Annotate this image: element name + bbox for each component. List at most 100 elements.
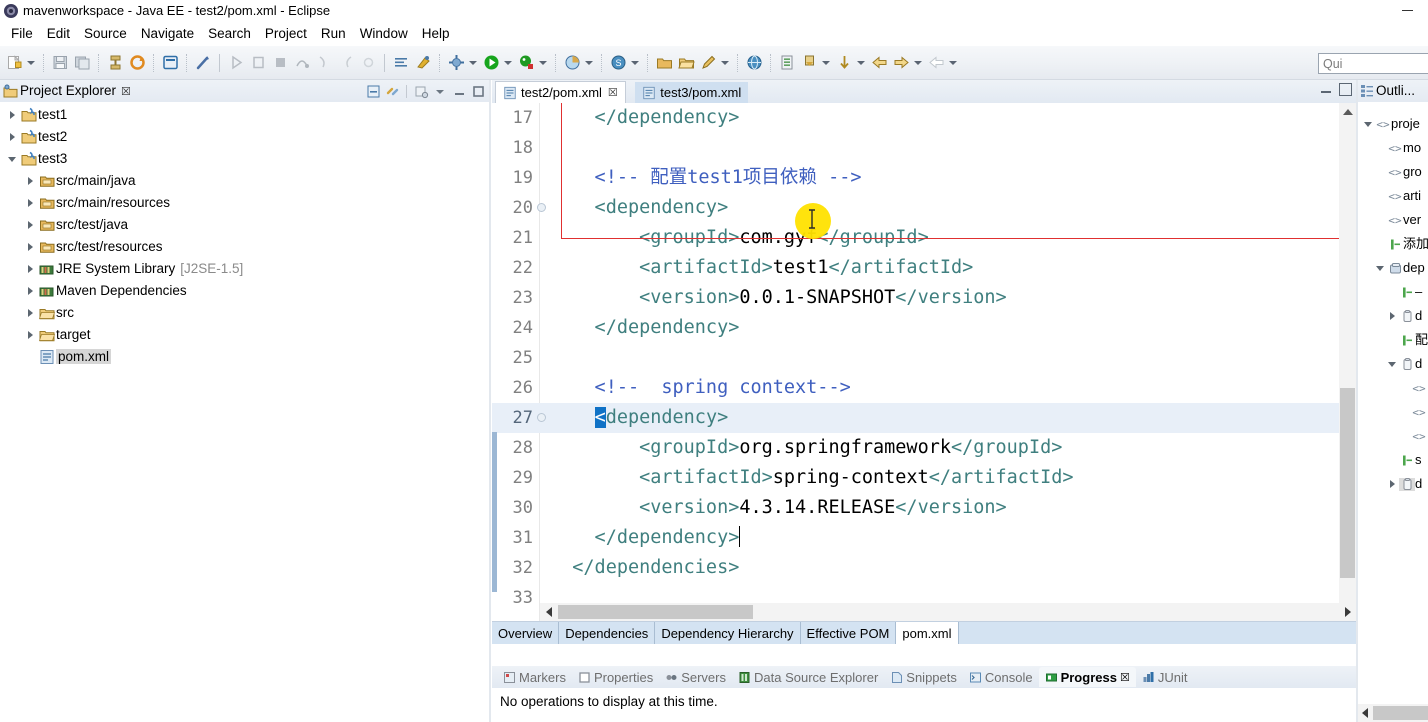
code-editor[interactable]: 17 </dependency> 18 19 <!-- 配置test1项目依赖 --…	[492, 103, 1356, 630]
view-menu-chevron-icon[interactable]	[432, 83, 448, 99]
download-icon[interactable]	[799, 53, 819, 73]
tree-item-target[interactable]: target	[0, 324, 490, 346]
forward-nav-icon[interactable]	[869, 53, 889, 73]
open-editor-icon[interactable]	[160, 53, 180, 73]
pom-tab-overview[interactable]: Overview	[492, 622, 560, 644]
tree-item-src-test-resources[interactable]: src/test/resources	[0, 236, 490, 258]
pom-tab-effective-pom[interactable]: Effective POM	[801, 622, 897, 644]
outline-item[interactable]: <> mo	[1358, 136, 1428, 160]
tree-item-src[interactable]: src	[0, 302, 490, 324]
drop-to-frame-icon-disabled[interactable]	[358, 53, 378, 73]
globe-icon[interactable]	[744, 53, 764, 73]
outline-item[interactable]: –	[1358, 280, 1428, 304]
editor-tab-test3-pom-xml[interactable]: test3/pom.xml	[635, 82, 749, 103]
outline-item[interactable]: <> proje	[1358, 112, 1428, 136]
code-line[interactable]: 29 <artifactId>spring-context</artifactI…	[492, 463, 1356, 493]
transfer-dropdown-arrow[interactable]	[855, 53, 866, 73]
code-line[interactable]: 22 <artifactId>test1</artifactId>	[492, 253, 1356, 283]
bottom-tab-properties[interactable]: Properties	[572, 667, 659, 687]
horizontal-scroll-thumb[interactable]	[558, 605, 753, 619]
editor-maximize-icon[interactable]	[1339, 83, 1352, 96]
code-line[interactable]: 18	[492, 133, 1356, 163]
outline-item[interactable]: dep	[1358, 256, 1428, 280]
editor-vertical-scrollbar[interactable]	[1339, 103, 1356, 630]
outline-item[interactable]: d	[1358, 472, 1428, 496]
code-line[interactable]: 26 <!-- spring context-->	[492, 373, 1356, 403]
tree-item-pom-xml[interactable]: pom.xml	[0, 346, 490, 368]
stop-icon-disabled[interactable]	[270, 53, 290, 73]
chevron-down-icon[interactable]	[1385, 361, 1399, 367]
view-menu-icon[interactable]	[413, 83, 429, 99]
chevron-right-icon[interactable]	[22, 217, 38, 233]
tree-item-test1[interactable]: test1	[0, 104, 490, 126]
bottom-tab-junit[interactable]: JUnit	[1136, 667, 1194, 687]
save-icon[interactable]	[50, 53, 70, 73]
outline-item[interactable]: <> ver	[1358, 208, 1428, 232]
outline-item[interactable]: <>	[1358, 400, 1428, 424]
outline-item[interactable]: d	[1358, 352, 1428, 376]
project-explorer-close-icon[interactable]: ☒	[121, 85, 131, 98]
outline-scroll-left-arrow[interactable]	[1362, 708, 1368, 718]
pom-tab-dependency-hierarchy[interactable]: Dependency Hierarchy	[655, 622, 801, 644]
step-return-icon-disabled[interactable]	[336, 53, 356, 73]
chevron-right-icon[interactable]	[1385, 480, 1399, 488]
cheat-sheet-icon[interactable]	[777, 53, 797, 73]
menu-run[interactable]: Run	[314, 23, 353, 44]
minimize-view-icon[interactable]	[451, 83, 467, 99]
transfer-icon[interactable]	[834, 53, 854, 73]
search-marker-icon[interactable]	[413, 53, 433, 73]
chevron-right-icon[interactable]	[22, 173, 38, 189]
scroll-left-arrow[interactable]	[540, 603, 557, 621]
menu-file[interactable]: File	[4, 23, 40, 44]
external-tools-dropdown-arrow[interactable]	[467, 53, 478, 73]
coverage-icon[interactable]	[562, 53, 582, 73]
editor-tab-test2-pom-xml[interactable]: test2/pom.xml ☒	[495, 81, 626, 103]
menu-search[interactable]: Search	[201, 23, 258, 44]
menu-source[interactable]: Source	[77, 23, 134, 44]
tree-item-src-main-resources[interactable]: src/main/resources	[0, 192, 490, 214]
run-green-icon[interactable]	[481, 53, 501, 73]
code-line[interactable]: 28 <groupId>org.springframework</groupId…	[492, 433, 1356, 463]
tree-item-src-main-java[interactable]: src/main/java	[0, 170, 490, 192]
chevron-right-icon[interactable]	[22, 261, 38, 277]
coverage-dropdown-arrow[interactable]	[583, 53, 594, 73]
quick-access-input[interactable]: Qui	[1318, 53, 1428, 74]
server-icon[interactable]: S	[608, 53, 628, 73]
external-tools-icon[interactable]	[446, 53, 466, 73]
fold-toggle-icon[interactable]	[537, 203, 547, 213]
code-line[interactable]: 30 <version>4.3.14.RELEASE</version>	[492, 493, 1356, 523]
debug-icon[interactable]	[516, 53, 536, 73]
server-dropdown-arrow[interactable]	[629, 53, 640, 73]
pom-tab-pom-xml[interactable]: pom.xml	[896, 622, 959, 644]
bottom-tab-console[interactable]: Console	[963, 667, 1039, 687]
code-line[interactable]: 31 </dependency>	[492, 523, 1356, 553]
menu-window[interactable]: Window	[353, 23, 415, 44]
outline-item[interactable]: <>	[1358, 376, 1428, 400]
menu-edit[interactable]: Edit	[40, 23, 77, 44]
chevron-right-icon[interactable]	[22, 195, 38, 211]
forward-outline-dropdown-arrow[interactable]	[947, 53, 958, 73]
edit-pencil-icon[interactable]	[698, 53, 718, 73]
run-dropdown-arrow[interactable]	[502, 53, 513, 73]
bottom-tab-snippets[interactable]: Snippets	[884, 667, 963, 687]
tree-item-jre-system-library[interactable]: JRE System Library [J2SE-1.5]	[0, 258, 490, 280]
tree-item-src-test-java[interactable]: src/test/java	[0, 214, 490, 236]
scroll-up-arrow[interactable]	[1339, 103, 1356, 120]
bottom-tab-close-icon[interactable]: ☒	[1120, 671, 1130, 684]
menu-help[interactable]: Help	[415, 23, 457, 44]
pom-tab-dependencies[interactable]: Dependencies	[559, 622, 656, 644]
chevron-right-icon[interactable]	[22, 239, 38, 255]
tree-item-maven-dependencies[interactable]: Maven Dependencies	[0, 280, 490, 302]
save-all-icon[interactable]	[72, 53, 92, 73]
refresh-icon[interactable]	[127, 53, 147, 73]
explorer-editor-divider[interactable]	[489, 80, 491, 722]
bottom-tab-data-source-explorer[interactable]: Data Source Explorer	[732, 667, 884, 687]
chevron-right-icon[interactable]	[22, 305, 38, 321]
menu-project[interactable]: Project	[258, 23, 314, 44]
code-line[interactable]: 23 <version>0.0.1-SNAPSHOT</version>	[492, 283, 1356, 313]
edit-dropdown-arrow[interactable]	[719, 53, 730, 73]
new-icon[interactable]	[4, 53, 24, 73]
step-over-icon-disabled[interactable]	[292, 53, 312, 73]
bottom-tab-servers[interactable]: Servers	[659, 667, 732, 687]
wand-icon[interactable]	[193, 53, 213, 73]
